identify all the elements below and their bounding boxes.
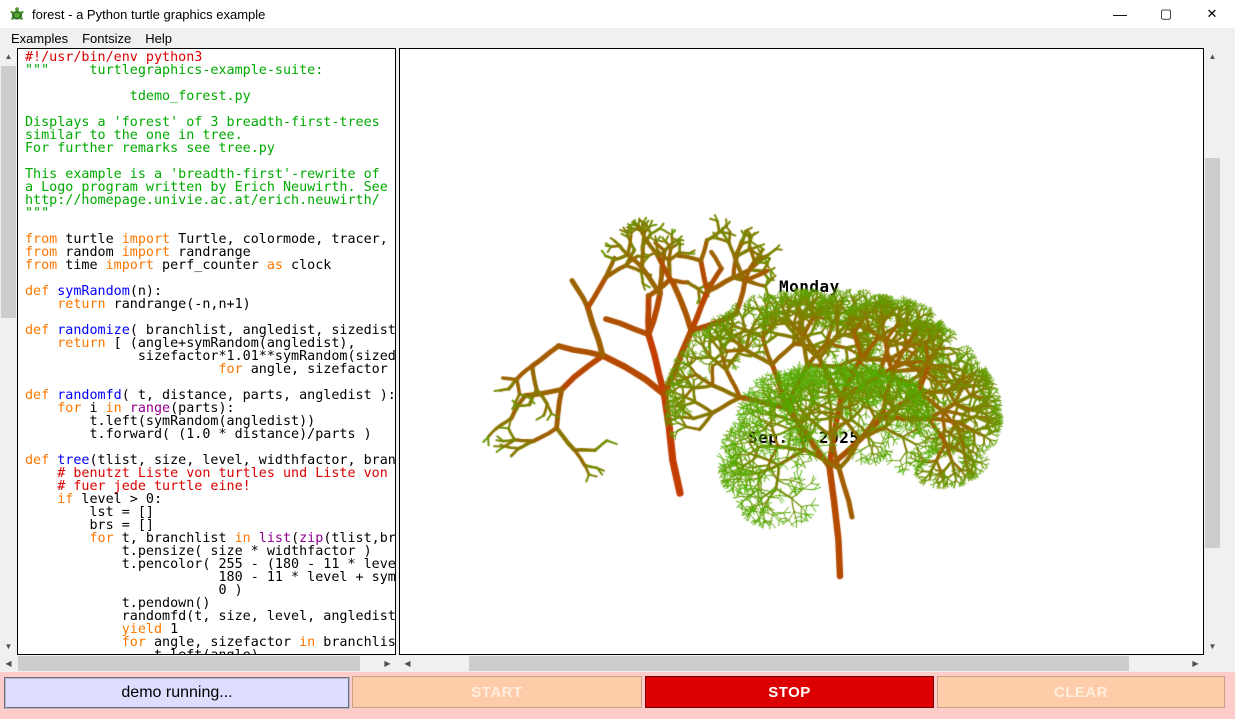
status-label: demo running... — [4, 677, 350, 709]
menu-help[interactable]: Help — [138, 30, 179, 47]
window-title: forest - a Python turtle graphics exampl… — [32, 7, 265, 22]
clear-button[interactable]: CLEAR — [937, 676, 1225, 708]
scroll-left-icon[interactable]: ◀ — [399, 655, 416, 672]
scrollbar-thumb[interactable] — [1205, 158, 1220, 548]
scroll-right-icon[interactable]: ▶ — [1187, 655, 1204, 672]
scroll-left-icon[interactable]: ◀ — [0, 655, 17, 672]
canvas-horizontal-scrollbar[interactable]: ◀ ▶ — [399, 655, 1204, 672]
code-vertical-scrollbar[interactable]: ▲ ▼ — [0, 48, 17, 655]
minimize-icon[interactable]: — — [1097, 0, 1143, 28]
scroll-down-icon[interactable]: ▼ — [0, 638, 17, 655]
canvas-vertical-scrollbar[interactable]: ▲ ▼ — [1204, 48, 1221, 655]
canvas-pane: Monday Sep. 8 2025 — [399, 48, 1204, 655]
turtle-icon — [9, 6, 25, 22]
app-window: forest - a Python turtle graphics exampl… — [0, 0, 1235, 719]
close-icon[interactable]: ✕ — [1189, 0, 1235, 28]
scroll-down-icon[interactable]: ▼ — [1204, 638, 1221, 655]
menubar: Examples Fontsize Help — [0, 28, 1235, 48]
titlebar: forest - a Python turtle graphics exampl… — [0, 0, 1235, 28]
turtle-canvas[interactable] — [400, 49, 1203, 654]
code-pane: #!/usr/bin/env python3""" turtlegraphics… — [17, 48, 396, 655]
scrollbar-thumb[interactable] — [18, 656, 360, 671]
scroll-right-icon[interactable]: ▶ — [379, 655, 396, 672]
scrollbar-thumb[interactable] — [1, 66, 16, 318]
status-bar: demo running... START STOP CLEAR — [0, 672, 1235, 719]
menu-examples[interactable]: Examples — [4, 30, 75, 47]
code-horizontal-scrollbar[interactable]: ◀ ▶ — [0, 655, 396, 672]
scrollbar-thumb[interactable] — [469, 656, 1129, 671]
maximize-icon[interactable]: ▢ — [1143, 0, 1189, 28]
start-button[interactable]: START — [352, 676, 642, 708]
stop-button[interactable]: STOP — [645, 676, 934, 708]
window-controls: — ▢ ✕ — [1097, 0, 1235, 28]
menu-fontsize[interactable]: Fontsize — [75, 30, 138, 47]
scroll-up-icon[interactable]: ▲ — [0, 48, 17, 65]
code-editor[interactable]: #!/usr/bin/env python3""" turtlegraphics… — [18, 49, 395, 655]
scroll-up-icon[interactable]: ▲ — [1204, 48, 1221, 65]
